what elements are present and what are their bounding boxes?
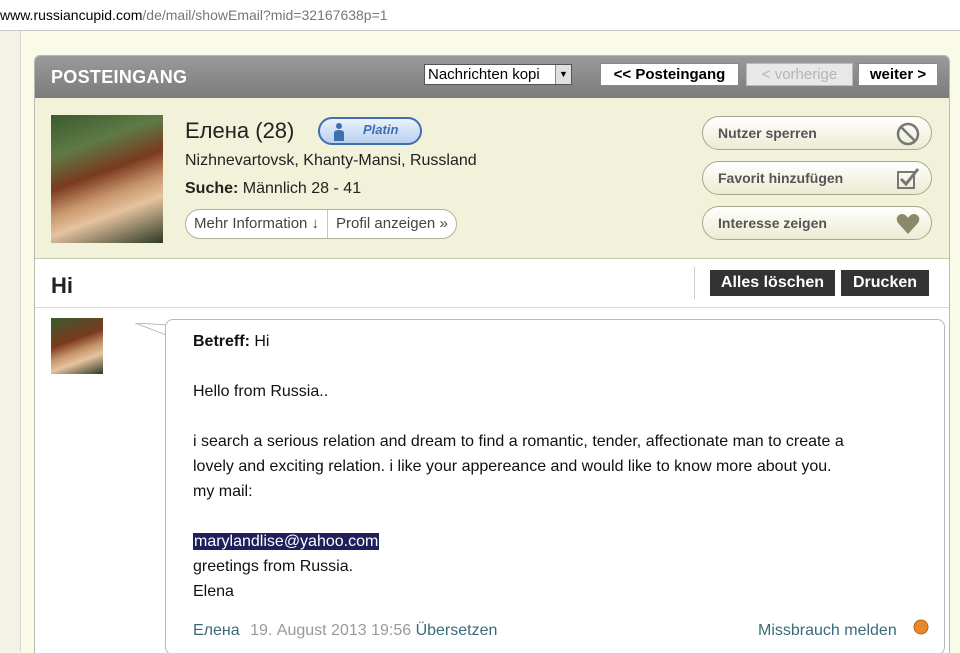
subject-value: Hi — [254, 333, 270, 350]
membership-badge: Platin — [318, 117, 422, 145]
report-abuse-area: Missbrauch melden — [758, 622, 897, 640]
translate-link[interactable]: Übersetzen — [416, 622, 498, 639]
profile-search-criteria: Suche: Männlich 28 - 41 — [185, 180, 361, 198]
report-abuse-icon[interactable] — [913, 619, 929, 635]
add-favorite-label: Favorit hinzufügen — [718, 170, 844, 186]
message-bubble — [165, 319, 945, 653]
back-to-inbox-button[interactable]: << Posteingang — [600, 63, 739, 86]
message-action-select[interactable]: Nachrichten kopi ▼ — [424, 64, 572, 85]
message-body-line-2: lovely and exciting relation. i like you… — [193, 458, 832, 475]
message-greeting: Hello from Russia.. — [193, 383, 329, 400]
message-body-line-1: i search a serious relation and dream to… — [193, 433, 844, 450]
url-path: /de/mail/showEmail?mid=32167638p=1 — [142, 7, 388, 23]
left-sidebar-edge — [0, 31, 21, 652]
add-favorite-button[interactable]: Favorit hinzufügen — [702, 161, 932, 195]
subject-label: Betreff: — [193, 333, 250, 350]
report-abuse-link[interactable]: Missbrauch melden — [758, 622, 897, 639]
message-footer: Елена 19. August 2013 19:56 Übersetzen — [193, 622, 497, 640]
inbox-header: POSTEINGANG Nachrichten kopi ▼ << Postei… — [35, 56, 949, 98]
profile-links: Mehr Information ↓ Profil anzeigen » — [185, 209, 457, 239]
delete-all-button[interactable]: Alles löschen — [710, 270, 835, 296]
view-profile-link[interactable]: Profil anzeigen » — [328, 210, 456, 238]
previous-message-button[interactable]: < vorherige — [746, 63, 853, 86]
profile-location: Nizhnevartovsk, Khanty-Mansi, Russland — [185, 152, 477, 169]
address-bar[interactable]: www.russiancupid.com/de/mail/showEmail?m… — [0, 0, 960, 31]
message-timestamp: 19. August 2013 19:56 — [250, 622, 412, 639]
block-icon — [896, 122, 920, 146]
message-subject-bar: Hi Alles löschen Drucken — [35, 259, 949, 308]
next-message-button[interactable]: weiter > — [858, 63, 938, 86]
sender-name-link[interactable]: Елена — [193, 622, 240, 639]
url-host: www.russiancupid.com — [0, 7, 143, 23]
block-user-button[interactable]: Nutzer sperren — [702, 116, 932, 150]
sender-avatar[interactable] — [51, 318, 103, 374]
sender-profile: Елена (28) Platin Nizhnevartovsk, Khanty… — [35, 98, 949, 259]
mail-panel: POSTEINGANG Nachrichten kopi ▼ << Postei… — [34, 55, 950, 653]
message-closing-1: greetings from Russia. — [193, 558, 354, 575]
badge-label: Platin — [363, 122, 399, 137]
message-subject-line: Betreff: Hi — [193, 333, 269, 351]
speech-bubble-tail — [135, 323, 169, 337]
more-info-link[interactable]: Mehr Information ↓ — [186, 210, 327, 238]
profile-photo[interactable] — [51, 115, 163, 243]
search-label: Suche: — [185, 180, 239, 197]
message-body-line-3: my mail: — [193, 483, 253, 500]
person-icon — [334, 123, 344, 141]
email-address-line: marylandlise@yahoo.com — [193, 533, 380, 551]
select-value: Nachrichten kopi — [428, 66, 540, 83]
search-value: Männlich 28 - 41 — [242, 180, 362, 197]
selected-email-text[interactable]: marylandlise@yahoo.com — [193, 533, 380, 550]
message-signature: Elena — [193, 583, 234, 600]
message-subject-title: Hi — [51, 273, 73, 298]
checkbox-icon — [897, 168, 920, 189]
dropdown-arrow-icon[interactable]: ▼ — [555, 65, 571, 84]
profile-name: Елена (28) — [185, 118, 295, 143]
toolbar-divider — [694, 267, 695, 299]
print-button[interactable]: Drucken — [841, 270, 929, 296]
page-title: POSTEINGANG — [51, 67, 188, 87]
show-interest-label: Interesse zeigen — [718, 215, 827, 231]
show-interest-button[interactable]: Interesse zeigen — [702, 206, 932, 240]
block-user-label: Nutzer sperren — [718, 125, 817, 141]
heart-icon — [896, 214, 920, 234]
